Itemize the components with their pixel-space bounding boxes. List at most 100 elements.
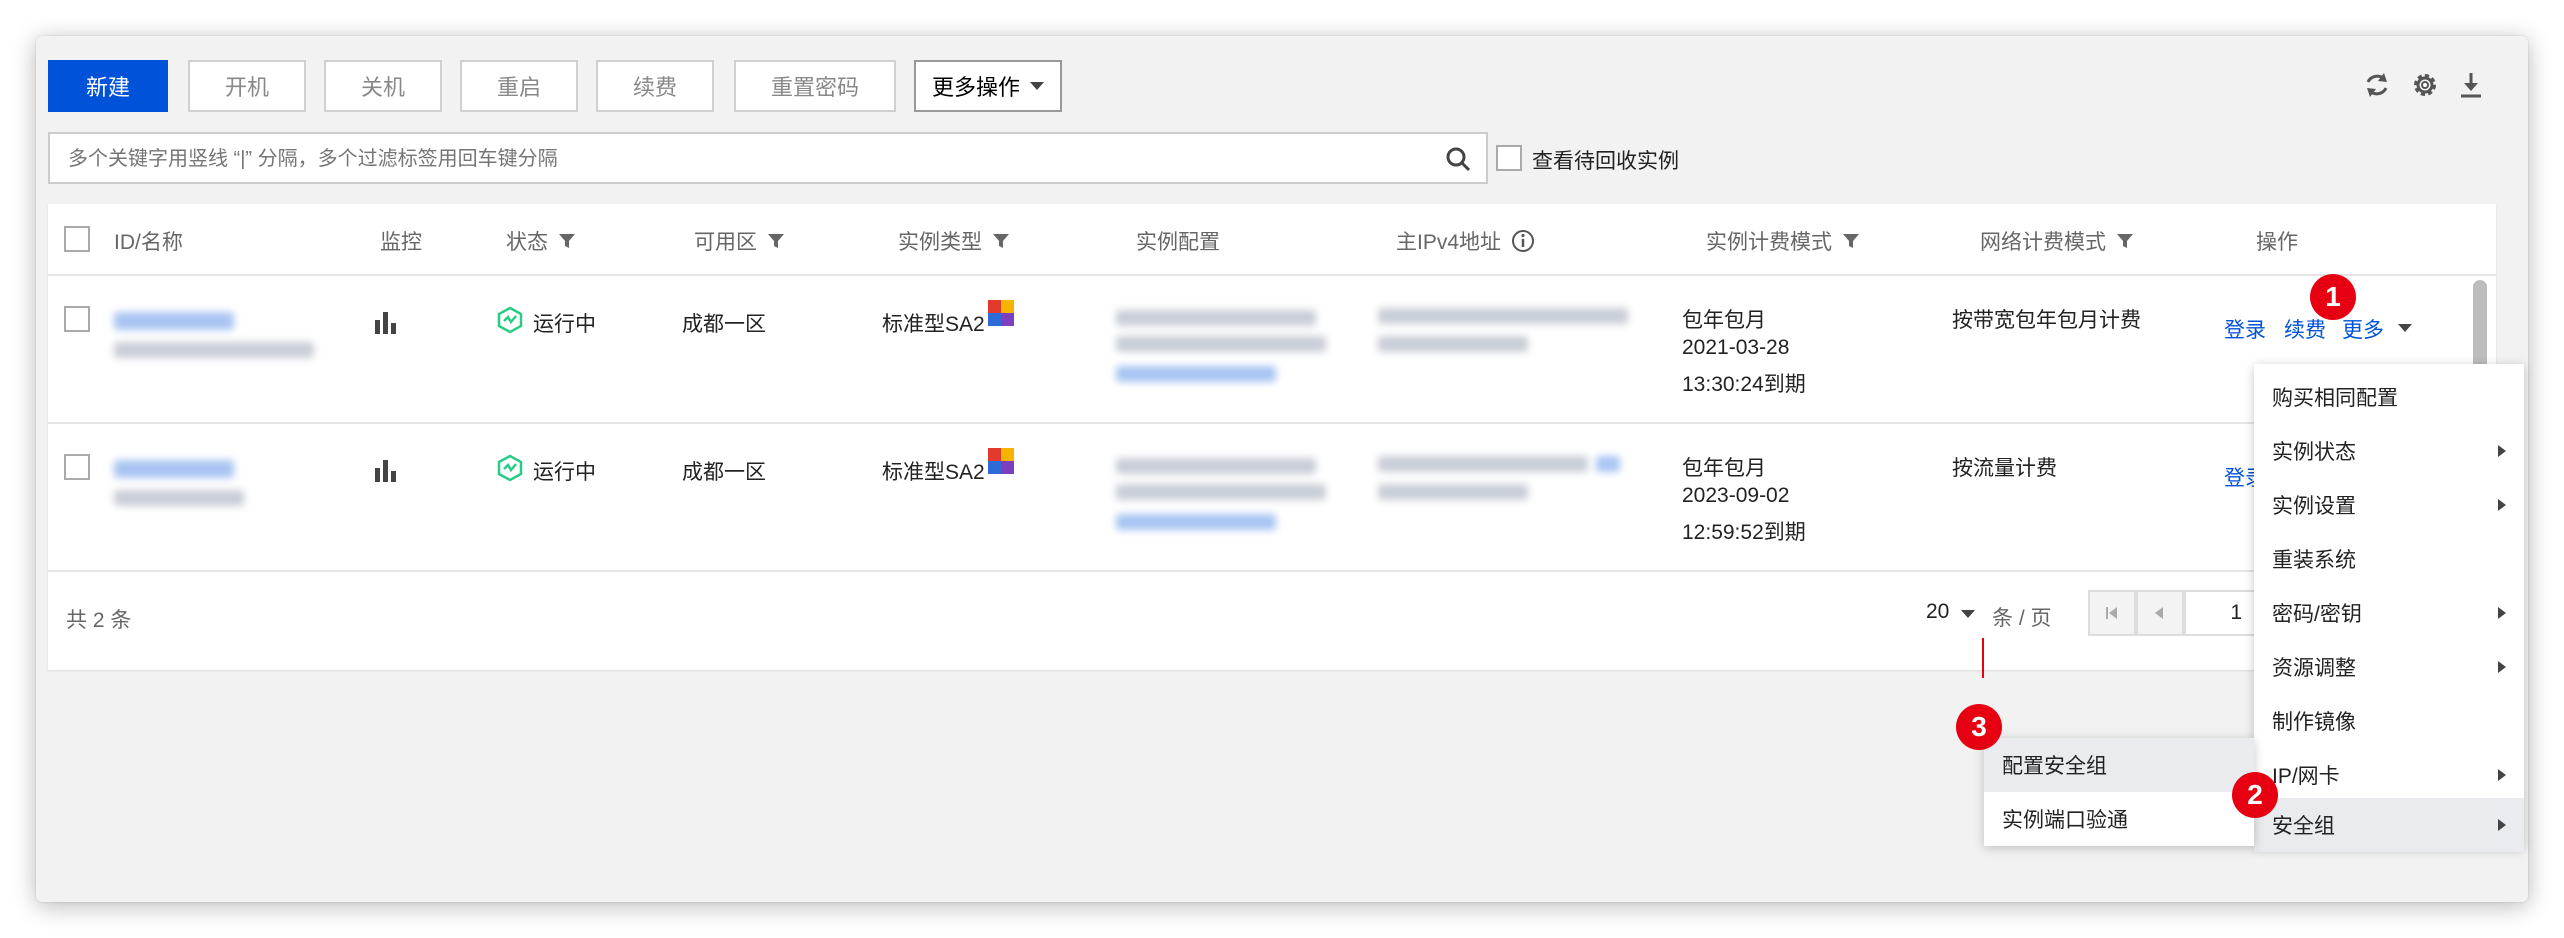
bar-chart-icon[interactable] [372,308,400,336]
search-icon[interactable] [1444,145,1472,173]
table-row: 运行中 成都一区 标准型SA2 包年包月 2023-09-02 12:59:52… [48,424,2496,572]
page-size-value: 20 [1926,600,1950,623]
reset-password-button[interactable]: 重置密码 [734,60,896,112]
table-header: ID/名称 监控 状态 可用区 实例类型 实例配置 主IPv4地址 实例计费模式… [48,204,2496,276]
header-instance-config: 实例配置 [1136,231,1220,254]
instance-config-redacted [1116,336,1326,352]
download-icon[interactable] [2456,70,2486,100]
login-link[interactable]: 登录 [2224,314,2266,344]
recycle-checkbox[interactable] [1496,145,1522,171]
more-actions-label: 更多操作 [931,75,1020,100]
chevron-right-icon [2498,445,2506,457]
step-badge: 2 [2232,772,2278,818]
renew-link[interactable]: 续费 [2284,314,2326,344]
refresh-icon[interactable] [2362,70,2392,100]
prev-page-icon [2155,607,2163,619]
header-instance-type[interactable]: 实例类型 [898,226,1010,256]
bar-chart-icon[interactable] [372,456,400,484]
header-actions: 操作 [2256,231,2298,254]
row-checkbox[interactable] [64,306,90,332]
amd-badge-icon [988,300,1014,326]
start-button[interactable]: 开机 [188,60,306,112]
chevron-down-icon [1961,610,1976,618]
select-all-checkbox[interactable] [64,226,90,252]
billing-expiry-text: 13:30:24到期 [1682,373,1806,396]
page-size-unit: 条 / 页 [1992,607,2052,630]
menu-item-resource-adjust[interactable]: 资源调整 [2254,640,2524,694]
billing-date-text: 2021-03-28 [1682,336,1790,359]
step-badge: 1 [2310,274,2356,320]
header-status[interactable]: 状态 [506,226,576,256]
table-scrollbar[interactable] [2473,280,2487,370]
table-row: 运行中 成都一区 标准型SA2 包年包月 2021-03-28 13:30:24… [48,276,2496,424]
menu-item-create-image[interactable]: 制作镜像 [2254,694,2524,748]
menu-item-instance-status[interactable]: 实例状态 [2254,424,2524,478]
filter-icon[interactable] [1842,232,1860,250]
menu-item-instance-settings[interactable]: 实例设置 [2254,478,2524,532]
page-number-input[interactable]: 1 [2184,590,2258,636]
renew-button[interactable]: 续费 [596,60,714,112]
chevron-right-icon [2498,661,2506,673]
info-icon[interactable] [1511,229,1535,253]
new-button[interactable]: 新建 [48,60,168,112]
annotation-line [1982,638,1984,678]
instance-id-redacted[interactable] [114,312,234,330]
prev-page-button[interactable] [2136,590,2184,636]
header-id-name: ID/名称 [114,231,183,254]
more-actions-dropdown[interactable]: 更多操作 [914,60,1062,112]
first-page-icon [2106,607,2117,619]
instance-id-redacted[interactable] [114,460,234,478]
menu-item-reinstall-system[interactable]: 重装系统 [2254,532,2524,586]
menu-item-port-check[interactable]: 实例端口验通 [1984,792,2254,846]
ipv4-extra-redacted[interactable] [1596,456,1620,472]
menu-item-security-group[interactable]: 安全组 [2254,798,2524,852]
header-billing-mode[interactable]: 实例计费模式 [1706,226,1860,256]
step-badge: 3 [1956,704,2002,750]
billing-expiry-text: 12:59:52到期 [1682,521,1806,544]
gear-icon[interactable] [2410,70,2440,100]
chevron-down-icon[interactable] [2398,324,2412,332]
menu-item-configure-security-group[interactable]: 配置安全组 [1984,738,2254,792]
billing-mode-text: 包年包月 [1682,457,1766,480]
instance-config-link-redacted[interactable] [1116,514,1276,530]
recycle-checkbox-label: 查看待回收实例 [1532,150,1679,173]
instance-config-redacted [1116,484,1326,500]
instance-config-link-redacted[interactable] [1116,366,1276,382]
billing-mode-text: 包年包月 [1682,309,1766,332]
billing-date-text: 2023-09-02 [1682,484,1790,507]
filter-icon[interactable] [767,232,785,250]
network-billing-text: 按带宽包年包月计费 [1952,309,2141,332]
running-status-icon [497,306,523,334]
filter-icon[interactable] [558,232,576,250]
menu-item-buy-same-config[interactable]: 购买相同配置 [2254,370,2524,424]
instance-type-text: 标准型SA2 [882,313,985,336]
menu-item-password-key[interactable]: 密码/密钥 [2254,586,2524,640]
more-link[interactable]: 更多 [2342,314,2384,344]
running-status-icon [497,454,523,482]
filter-icon[interactable] [2116,232,2134,250]
filter-icon[interactable] [992,232,1010,250]
instance-name-redacted [114,490,244,506]
ipv4-redacted [1378,308,1628,324]
network-billing-text: 按流量计费 [1952,457,2057,480]
menu-item-ip-nic[interactable]: IP/网卡 [2254,748,2524,802]
header-zone[interactable]: 可用区 [694,226,785,256]
chevron-down-icon [1030,82,1044,90]
instance-name-redacted [114,342,314,358]
zone-text: 成都一区 [682,313,766,336]
row-checkbox[interactable] [64,454,90,480]
page-number-value: 1 [2230,601,2242,624]
chevron-right-icon [2498,819,2506,831]
shutdown-button[interactable]: 关机 [324,60,442,112]
status-text: 运行中 [533,313,596,336]
status-text: 运行中 [533,461,596,484]
first-page-button[interactable] [2088,590,2136,636]
header-network-billing[interactable]: 网络计费模式 [1980,226,2134,256]
search-box[interactable] [48,132,1488,184]
restart-button[interactable]: 重启 [460,60,578,112]
ipv4-redacted [1378,456,1588,472]
ipv4-redacted [1378,336,1528,352]
security-group-submenu: 配置安全组 实例端口验通 [1984,738,2254,846]
search-input[interactable] [66,142,1410,176]
page-size-select[interactable]: 20 [1926,600,1976,624]
